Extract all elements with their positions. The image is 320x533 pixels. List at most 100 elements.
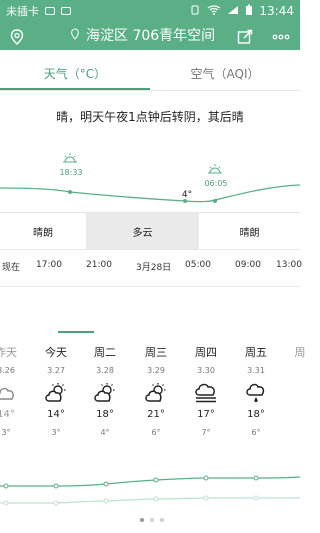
trend-point (3, 500, 9, 506)
time-label: 17:00 (36, 260, 62, 270)
daily-forecast: 昨天 3.26 14° 3° 今天 3.27 14° 3° 周二 3.28 (0, 344, 306, 454)
forecast-day[interactable]: 周五 3.31 18° 6° (236, 344, 276, 437)
day-date: 3.28 (96, 366, 114, 375)
band-clear: 晴朗 (0, 212, 86, 250)
page-dot[interactable] (160, 518, 164, 522)
time-label: 3月28日 (136, 263, 172, 273)
section-divider (0, 286, 300, 287)
day-name: 今天 (45, 346, 67, 359)
hourly-point-sunset (68, 190, 72, 194)
time-label: 05:00 (185, 260, 211, 270)
location-pin-icon[interactable] (8, 28, 26, 46)
cloud-rain-icon (236, 381, 276, 405)
low-temp: 6° (251, 428, 261, 437)
tab-weather[interactable]: 天气（°C） (0, 60, 150, 88)
high-temp: 14° (47, 409, 65, 420)
page-indicator (140, 518, 164, 522)
tab-air-quality[interactable]: 空气（AQI） (150, 60, 300, 88)
page-dot[interactable] (140, 518, 144, 522)
gallery-icon (61, 7, 71, 15)
time-label: 现在 (2, 263, 21, 273)
sun-icon (63, 153, 77, 163)
forecast-day[interactable]: 今天 3.27 14° 3° (36, 344, 76, 437)
status-time: 13:44 (259, 4, 294, 18)
day-name: 周 (294, 346, 306, 359)
day-name: 周三 (145, 346, 167, 359)
day-name: 昨天 (0, 346, 17, 359)
trend-point (253, 475, 259, 481)
cloud-icon (0, 381, 26, 405)
high-temp: 18° (96, 409, 114, 420)
trend-point (203, 475, 209, 481)
trend-point (253, 495, 259, 501)
trend-point (53, 500, 59, 506)
time-axis: 现在 17:00 21:00 3月28日 05:00 09:00 13:00 (0, 260, 302, 274)
edit-share-icon[interactable] (236, 28, 254, 46)
high-temp: 14° (0, 409, 15, 420)
day-date: 3.26 (0, 366, 15, 375)
sun-icon (208, 164, 222, 174)
location-title[interactable]: 海淀区 706青年空间 (70, 25, 215, 45)
sun-cloud-icon (85, 381, 125, 405)
high-temp: 18° (247, 409, 265, 420)
high-temp: 21° (147, 409, 165, 420)
wifi-icon (207, 4, 221, 18)
hourly-temp-line (0, 184, 301, 203)
low-temp: 3° (1, 428, 11, 437)
time-label: 13:00 (276, 260, 302, 270)
app-bar: 海淀区 706青年空间 (0, 22, 300, 50)
hourly-temperature-chart: 18:33 4° 06:05 (0, 150, 301, 212)
band-cloudy: 多云 (86, 212, 199, 250)
low-temp-label: 4° (182, 190, 192, 200)
sun-cloud-icon (136, 381, 176, 405)
forecast-day[interactable]: 昨天 3.26 14° 3° (0, 344, 26, 437)
selected-day-indicator (58, 331, 94, 333)
day-date: 3.29 (147, 366, 165, 375)
day-date: 3.30 (197, 366, 215, 375)
daily-temp-trend-chart (0, 466, 301, 506)
day-name: 周五 (245, 346, 267, 359)
sunset-time-label: 18:33 (59, 168, 82, 177)
time-label: 09:00 (235, 260, 261, 270)
carrier-label: 未插卡 (6, 5, 39, 18)
day-name: 周二 (94, 346, 116, 359)
trend-point (153, 496, 159, 502)
forecast-day[interactable]: 周三 3.29 21° 6° (136, 344, 176, 437)
trend-point (103, 481, 109, 487)
sunrise-time-label: 06:05 (204, 179, 227, 188)
day-date: 3.31 (247, 366, 265, 375)
vibrate-icon (189, 5, 201, 18)
sun-cloud-icon (36, 381, 76, 405)
trend-point (103, 498, 109, 504)
battery-icon (245, 4, 253, 19)
signal-icon (227, 5, 239, 18)
tab-bar: 天气（°C） 空气（AQI） (0, 60, 300, 88)
forecast-day[interactable]: 周 (280, 344, 320, 360)
conditions-bands: 晴朗 多云 晴朗 (0, 212, 300, 250)
low-temp: 4° (100, 428, 110, 437)
time-label: 21:00 (86, 260, 112, 270)
pin-small-icon (70, 27, 80, 43)
more-icon[interactable] (270, 28, 292, 46)
forecast-summary: 晴，明天午夜1点钟后转阴，其后晴 (56, 110, 244, 124)
message-icon (45, 7, 55, 15)
low-temp: 6° (151, 428, 161, 437)
forecast-day[interactable]: 周二 3.28 18° 4° (85, 344, 125, 437)
day-date: 3.27 (47, 366, 65, 375)
fog-icon (186, 381, 226, 405)
divider (0, 90, 300, 91)
hourly-point-sunrise (213, 199, 217, 203)
band-clear: 晴朗 (199, 212, 300, 250)
day-name: 周四 (195, 346, 217, 359)
status-bar: 未插卡 13:44 (0, 0, 300, 22)
forecast-day[interactable]: 周四 3.30 17° 7° (186, 344, 226, 437)
trend-point (3, 483, 9, 489)
low-temp: 3° (51, 428, 61, 437)
page-title: 海淀区 706青年空间 (86, 28, 216, 44)
trend-point (153, 477, 159, 483)
page-dot[interactable] (150, 518, 154, 522)
trend-point (203, 495, 209, 501)
trend-point (53, 483, 59, 489)
high-temp: 17° (197, 409, 215, 420)
low-temp: 7° (201, 428, 211, 437)
